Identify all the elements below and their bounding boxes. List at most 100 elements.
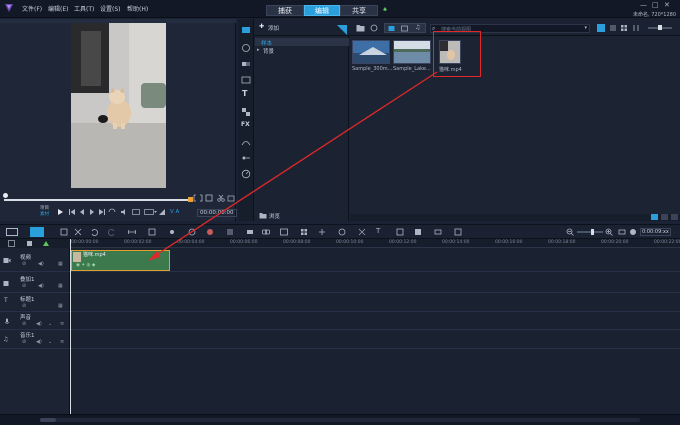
- zoom-in-icon[interactable]: [605, 228, 613, 236]
- undo-icon[interactable]: [90, 228, 98, 236]
- speaker-icon[interactable]: ◀): [36, 321, 42, 327]
- menu-edit[interactable]: 编辑(E): [48, 4, 68, 13]
- go-end-icon[interactable]: [98, 208, 106, 216]
- menu-settings[interactable]: 设置(S): [100, 4, 121, 13]
- motion-track-icon[interactable]: [168, 228, 176, 236]
- audio-mixer-icon[interactable]: [226, 228, 234, 236]
- lock-icon[interactable]: ⊘: [22, 339, 26, 345]
- motion-icon[interactable]: [241, 153, 251, 163]
- speaker-icon[interactable]: ◀): [36, 339, 42, 345]
- view-grid-icon[interactable]: [620, 24, 628, 32]
- view-toggle-icon-3[interactable]: [671, 214, 678, 220]
- play-icon[interactable]: [56, 208, 64, 216]
- text-icon[interactable]: T: [242, 89, 247, 98]
- instant-project-icon[interactable]: [241, 43, 251, 53]
- browse-button[interactable]: 浏览: [269, 212, 280, 220]
- prev-frame-icon[interactable]: [78, 208, 86, 216]
- multitrack-icon[interactable]: [60, 228, 68, 236]
- track-manager-icon[interactable]: [8, 240, 15, 247]
- speaker-icon[interactable]: ◀): [38, 283, 44, 289]
- multicam-icon[interactable]: [300, 228, 308, 236]
- lock-icon[interactable]: ⊘: [22, 261, 26, 267]
- lock-icon[interactable]: ⊘: [22, 303, 26, 309]
- smart-proxy-icon[interactable]: [318, 228, 326, 236]
- link-icon[interactable]: [262, 228, 270, 236]
- speaker-icon[interactable]: ◀): [38, 261, 44, 267]
- thumb-size-handle[interactable]: [658, 25, 662, 30]
- tree-item-backgrounds[interactable]: 背景: [263, 47, 274, 55]
- minimize-button[interactable]: —: [640, 1, 647, 9]
- expand-icon[interactable]: ≡: [60, 321, 64, 327]
- fit-project-icon[interactable]: [618, 228, 626, 236]
- chevron-down-icon[interactable]: ⌄: [48, 339, 52, 345]
- path-icon[interactable]: [241, 137, 251, 147]
- redo-icon[interactable]: [108, 228, 116, 236]
- fx-icon[interactable]: FX: [241, 121, 250, 128]
- scrub-bar[interactable]: [4, 199, 190, 201]
- timeline-view-icon[interactable]: [30, 227, 44, 237]
- record-screen-icon[interactable]: [188, 228, 196, 236]
- crop-icon[interactable]: [205, 194, 213, 202]
- resize-icon[interactable]: [158, 208, 168, 216]
- close-button[interactable]: ✕: [664, 1, 670, 9]
- view-toggle-icon[interactable]: [651, 214, 658, 220]
- import-folder-icon[interactable]: [356, 24, 365, 32]
- split-icon[interactable]: [74, 228, 82, 236]
- template-icon[interactable]: [434, 228, 442, 236]
- scissors-icon[interactable]: [217, 194, 225, 202]
- filter-audio-icon[interactable]: ♫: [415, 24, 420, 31]
- snapshot-icon[interactable]: [227, 194, 235, 202]
- transition-icon[interactable]: [241, 59, 251, 69]
- tab-capture[interactable]: 捕获: [266, 5, 304, 16]
- aspect-ratio-icon[interactable]: [144, 208, 158, 216]
- clock-icon[interactable]: [629, 228, 637, 236]
- track-visibility-icon[interactable]: ▦: [58, 303, 63, 309]
- thumbnail-sample-300m[interactable]: [352, 40, 390, 64]
- preview-timecode[interactable]: 00:00:00:00: [197, 209, 237, 217]
- mask-icon[interactable]: [148, 228, 156, 236]
- record-icon[interactable]: [370, 24, 378, 32]
- zoom-slider[interactable]: [577, 231, 603, 233]
- av-toggle[interactable]: V A: [170, 209, 179, 215]
- lens-correction-icon[interactable]: [338, 228, 346, 236]
- scrollbar-thumb[interactable]: [40, 418, 56, 422]
- sort-icon[interactable]: [632, 24, 640, 32]
- timeline-tracks[interactable]: [70, 248, 680, 414]
- chevron-right-icon[interactable]: ▸: [257, 47, 260, 53]
- filter-photo-icon[interactable]: [401, 25, 409, 32]
- mask-creator-icon[interactable]: [414, 228, 422, 236]
- graphics-icon[interactable]: [241, 107, 251, 117]
- menu-tools[interactable]: 工具(T): [74, 4, 94, 13]
- plus-icon[interactable]: ✚: [259, 23, 264, 30]
- chapter-point-icon[interactable]: [26, 240, 33, 247]
- speaker-icon[interactable]: [120, 208, 128, 216]
- lock-icon[interactable]: ⊘: [22, 321, 26, 327]
- timeline-scrollbar[interactable]: [40, 418, 640, 422]
- pin-icon[interactable]: [382, 7, 388, 15]
- view-details-icon[interactable]: [609, 24, 617, 32]
- timeline-timecode[interactable]: 0:00:09:xx: [640, 228, 671, 236]
- view-list-icon[interactable]: [597, 24, 605, 32]
- repeat-icon[interactable]: [108, 208, 116, 216]
- chevron-down-icon[interactable]: ⌄: [48, 321, 52, 327]
- color-icon[interactable]: [206, 228, 214, 236]
- add-folder-button[interactable]: 添加: [268, 24, 279, 32]
- go-start-icon[interactable]: [68, 208, 76, 216]
- thumbnail-sample-lake[interactable]: [393, 40, 431, 64]
- next-frame-icon[interactable]: [88, 208, 96, 216]
- expand-icon[interactable]: ≡: [60, 339, 64, 345]
- menu-help[interactable]: 帮助(H): [127, 4, 148, 13]
- folder-icon[interactable]: [259, 212, 267, 219]
- video-preview[interactable]: [71, 23, 166, 188]
- zoom-out-icon[interactable]: [566, 228, 574, 236]
- tab-share[interactable]: 共享: [340, 5, 378, 16]
- maximize-button[interactable]: □: [652, 1, 659, 9]
- filter-video-icon[interactable]: [388, 25, 396, 32]
- painting-icon[interactable]: [396, 228, 404, 236]
- scrub-handle[interactable]: [3, 193, 8, 198]
- stabilize-icon[interactable]: [358, 228, 366, 236]
- view-toggle-icon-2[interactable]: [661, 214, 668, 220]
- tab-edit[interactable]: 编辑: [304, 5, 340, 16]
- track-visibility-icon[interactable]: ▦: [58, 261, 63, 267]
- tree-item-samples[interactable]: 样本: [255, 38, 349, 47]
